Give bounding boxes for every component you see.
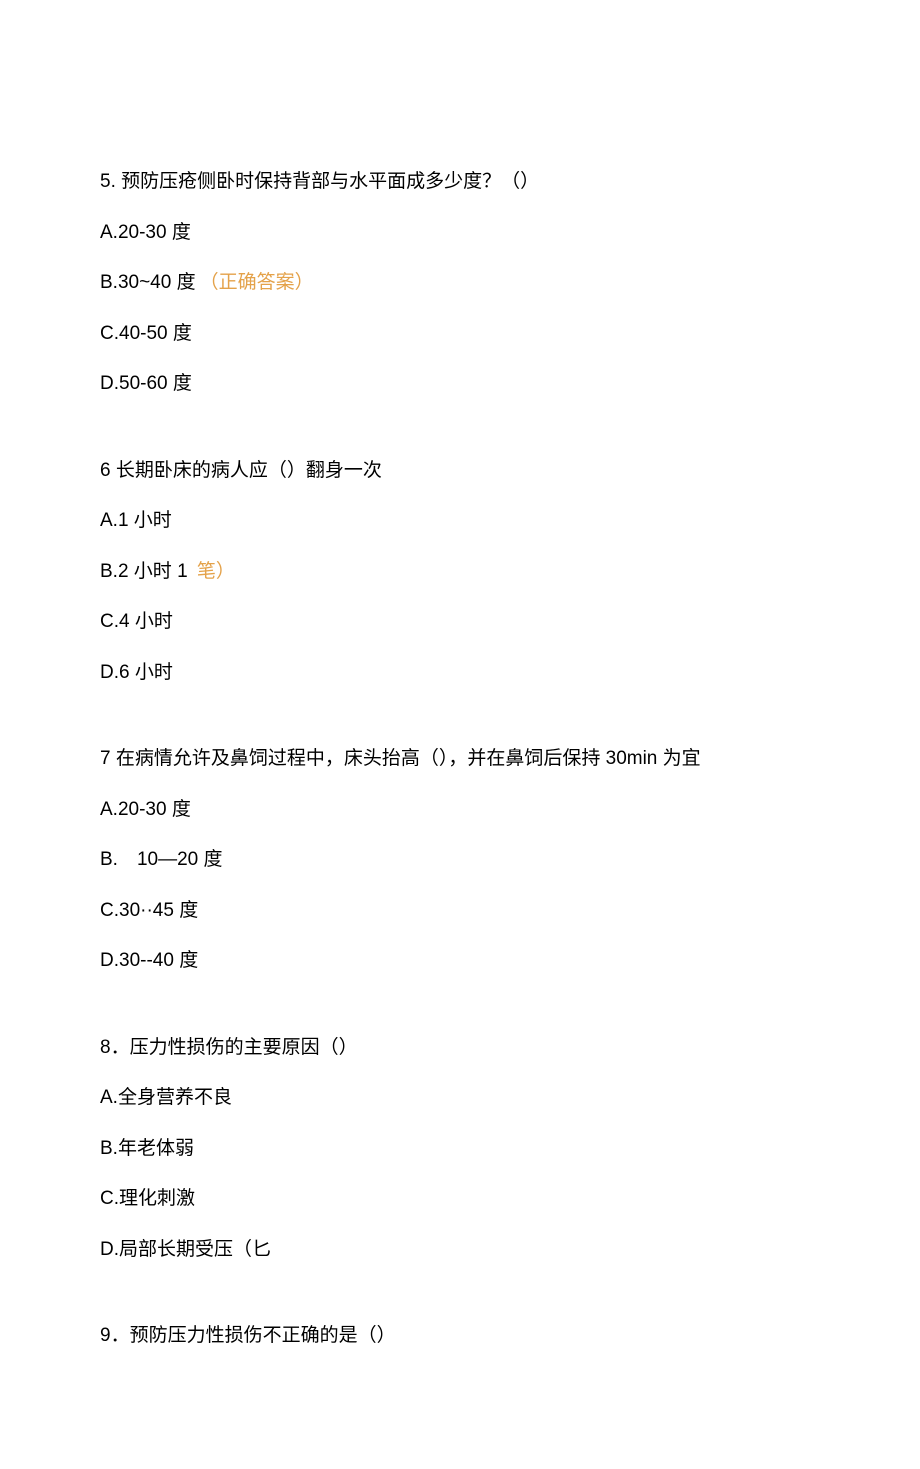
question-5: 5. 预防压疮侧卧时保持背部与水平面成多少度？（） A.20-30 度 B.30…	[100, 168, 820, 399]
question-stem: 8．压力性损伤的主要原因（）	[100, 1034, 820, 1063]
question-9: 9．预防压力性损伤不正确的是（）	[100, 1322, 820, 1351]
option-c: C.40-50 度	[100, 320, 820, 349]
question-stem: 6 长期卧床的病人应（）翻身一次	[100, 457, 820, 486]
option-a: A.1 小时	[100, 507, 820, 536]
correct-answer-annot: （正确答案）	[200, 272, 314, 293]
option-c: C.30··45 度	[100, 897, 820, 926]
answer-annot: 笔）	[192, 561, 235, 582]
question-stem: 5. 预防压疮侧卧时保持背部与水平面成多少度？（）	[100, 168, 820, 197]
option-b: B.年老体弱	[100, 1135, 820, 1164]
option-d: D.30--40 度	[100, 947, 820, 976]
option-c: C.理化刺激	[100, 1185, 820, 1214]
option-d: D.50-60 度	[100, 370, 820, 399]
question-stem: 7 在病情允许及鼻饲过程中，床头抬高（），并在鼻饲后保持 30min 为宜	[100, 745, 820, 774]
question-stem: 9．预防压力性损伤不正确的是（）	[100, 1322, 820, 1351]
option-b-text: B.2 小时 1	[100, 561, 188, 582]
option-b: B.30~40 度（正确答案）	[100, 269, 820, 298]
option-a: A.20-30 度	[100, 219, 820, 248]
question-8: 8．压力性损伤的主要原因（） A.全身营养不良 B.年老体弱 C.理化刺激 D.…	[100, 1034, 820, 1265]
option-c: C.4 小时	[100, 608, 820, 637]
document-page: 5. 预防压疮侧卧时保持背部与水平面成多少度？（） A.20-30 度 B.30…	[0, 0, 920, 1469]
option-a: A.20-30 度	[100, 796, 820, 825]
option-b-text: B.30~40 度	[100, 272, 196, 293]
question-7: 7 在病情允许及鼻饲过程中，床头抬高（），并在鼻饲后保持 30min 为宜 A.…	[100, 745, 820, 976]
option-d: D.局部长期受压（匕	[100, 1236, 820, 1265]
option-a: A.全身营养不良	[100, 1084, 820, 1113]
question-6: 6 长期卧床的病人应（）翻身一次 A.1 小时 B.2 小时 1 笔） C.4 …	[100, 457, 820, 688]
option-b: B. 10—20 度	[100, 846, 820, 875]
option-d: D.6 小时	[100, 659, 820, 688]
option-b: B.2 小时 1 笔）	[100, 558, 820, 587]
